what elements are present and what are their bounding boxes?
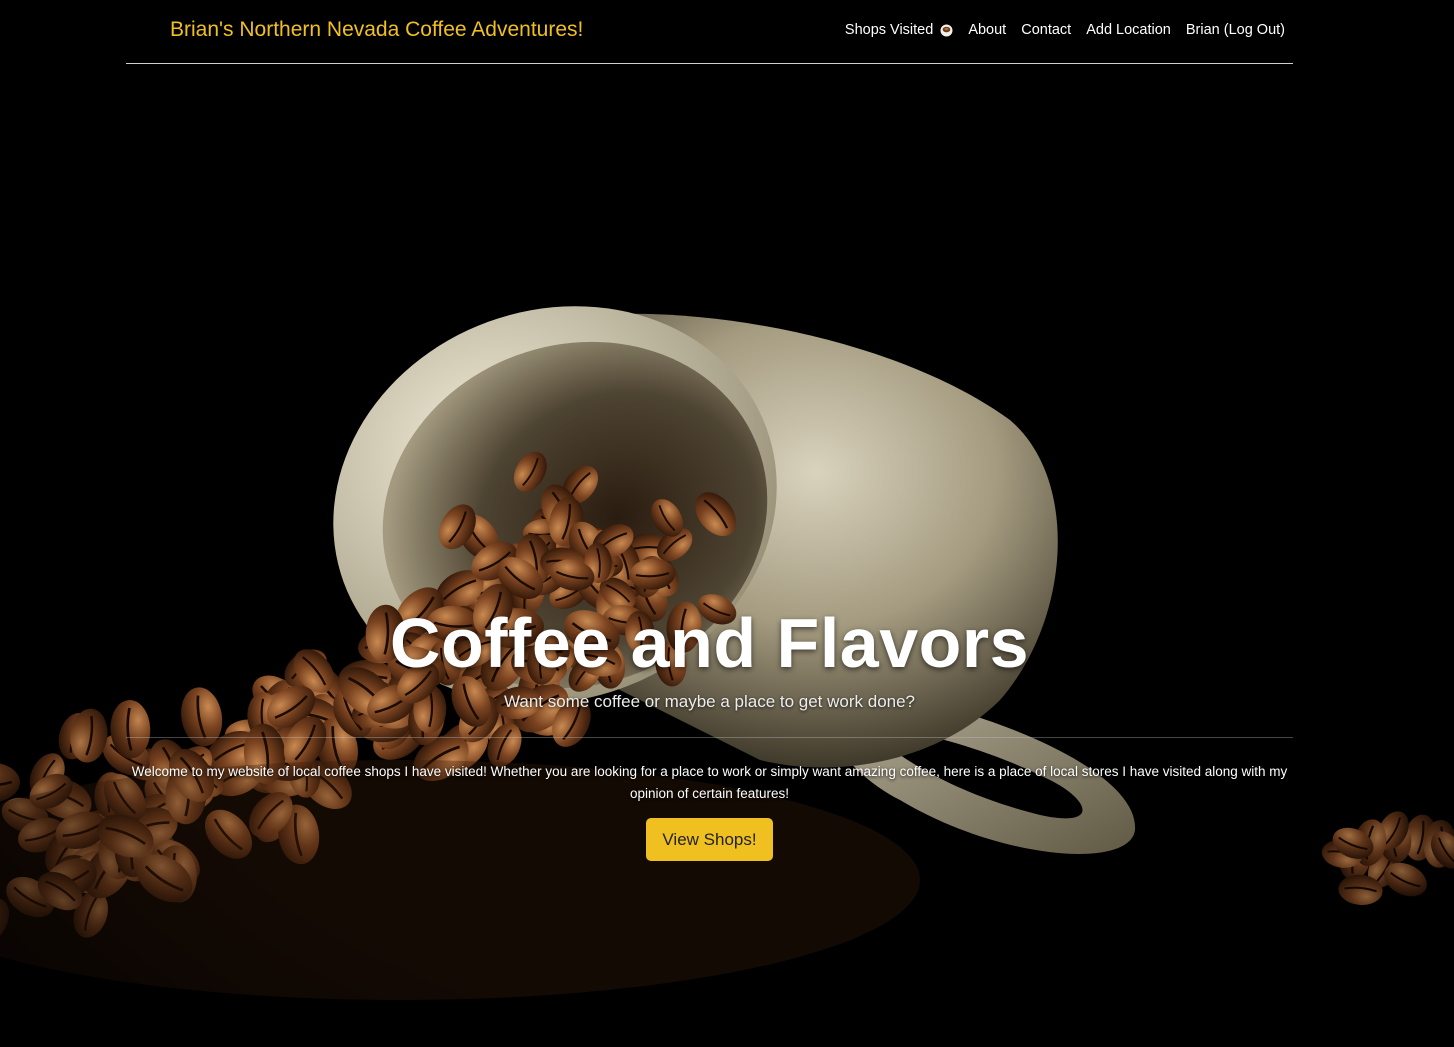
nav-link-logout[interactable]: Brian (Log Out) bbox=[1186, 22, 1285, 38]
hero-title: Coffee and Flavors bbox=[389, 604, 1030, 682]
nav-link-contact[interactable]: Contact bbox=[1021, 22, 1071, 38]
nav-link-about[interactable]: About bbox=[968, 22, 1006, 38]
coffee-cup-icon bbox=[940, 24, 953, 36]
hero-divider bbox=[126, 737, 1293, 738]
hero-subtitle: Want some coffee or maybe a place to get… bbox=[503, 692, 916, 711]
view-shops-button[interactable]: View Shops! bbox=[646, 818, 773, 861]
hero-background-image bbox=[0, 0, 1454, 1047]
navbar: Brian's Northern Nevada Coffee Adventure… bbox=[126, 0, 1293, 64]
nav-link-label: Shops Visited bbox=[844, 22, 934, 38]
brand-link[interactable]: Brian's Northern Nevada Coffee Adventure… bbox=[170, 18, 583, 42]
nav-links: Shops Visited About Contact Add Location… bbox=[830, 22, 1285, 38]
nav-link-shops-visited[interactable]: Shops Visited bbox=[845, 22, 953, 38]
hero-lead-text: Welcome to my website of local coffee sh… bbox=[131, 764, 1288, 801]
page: Brian's Northern Nevada Coffee Adventure… bbox=[0, 0, 1454, 1047]
nav-link-add-location[interactable]: Add Location bbox=[1086, 22, 1171, 38]
